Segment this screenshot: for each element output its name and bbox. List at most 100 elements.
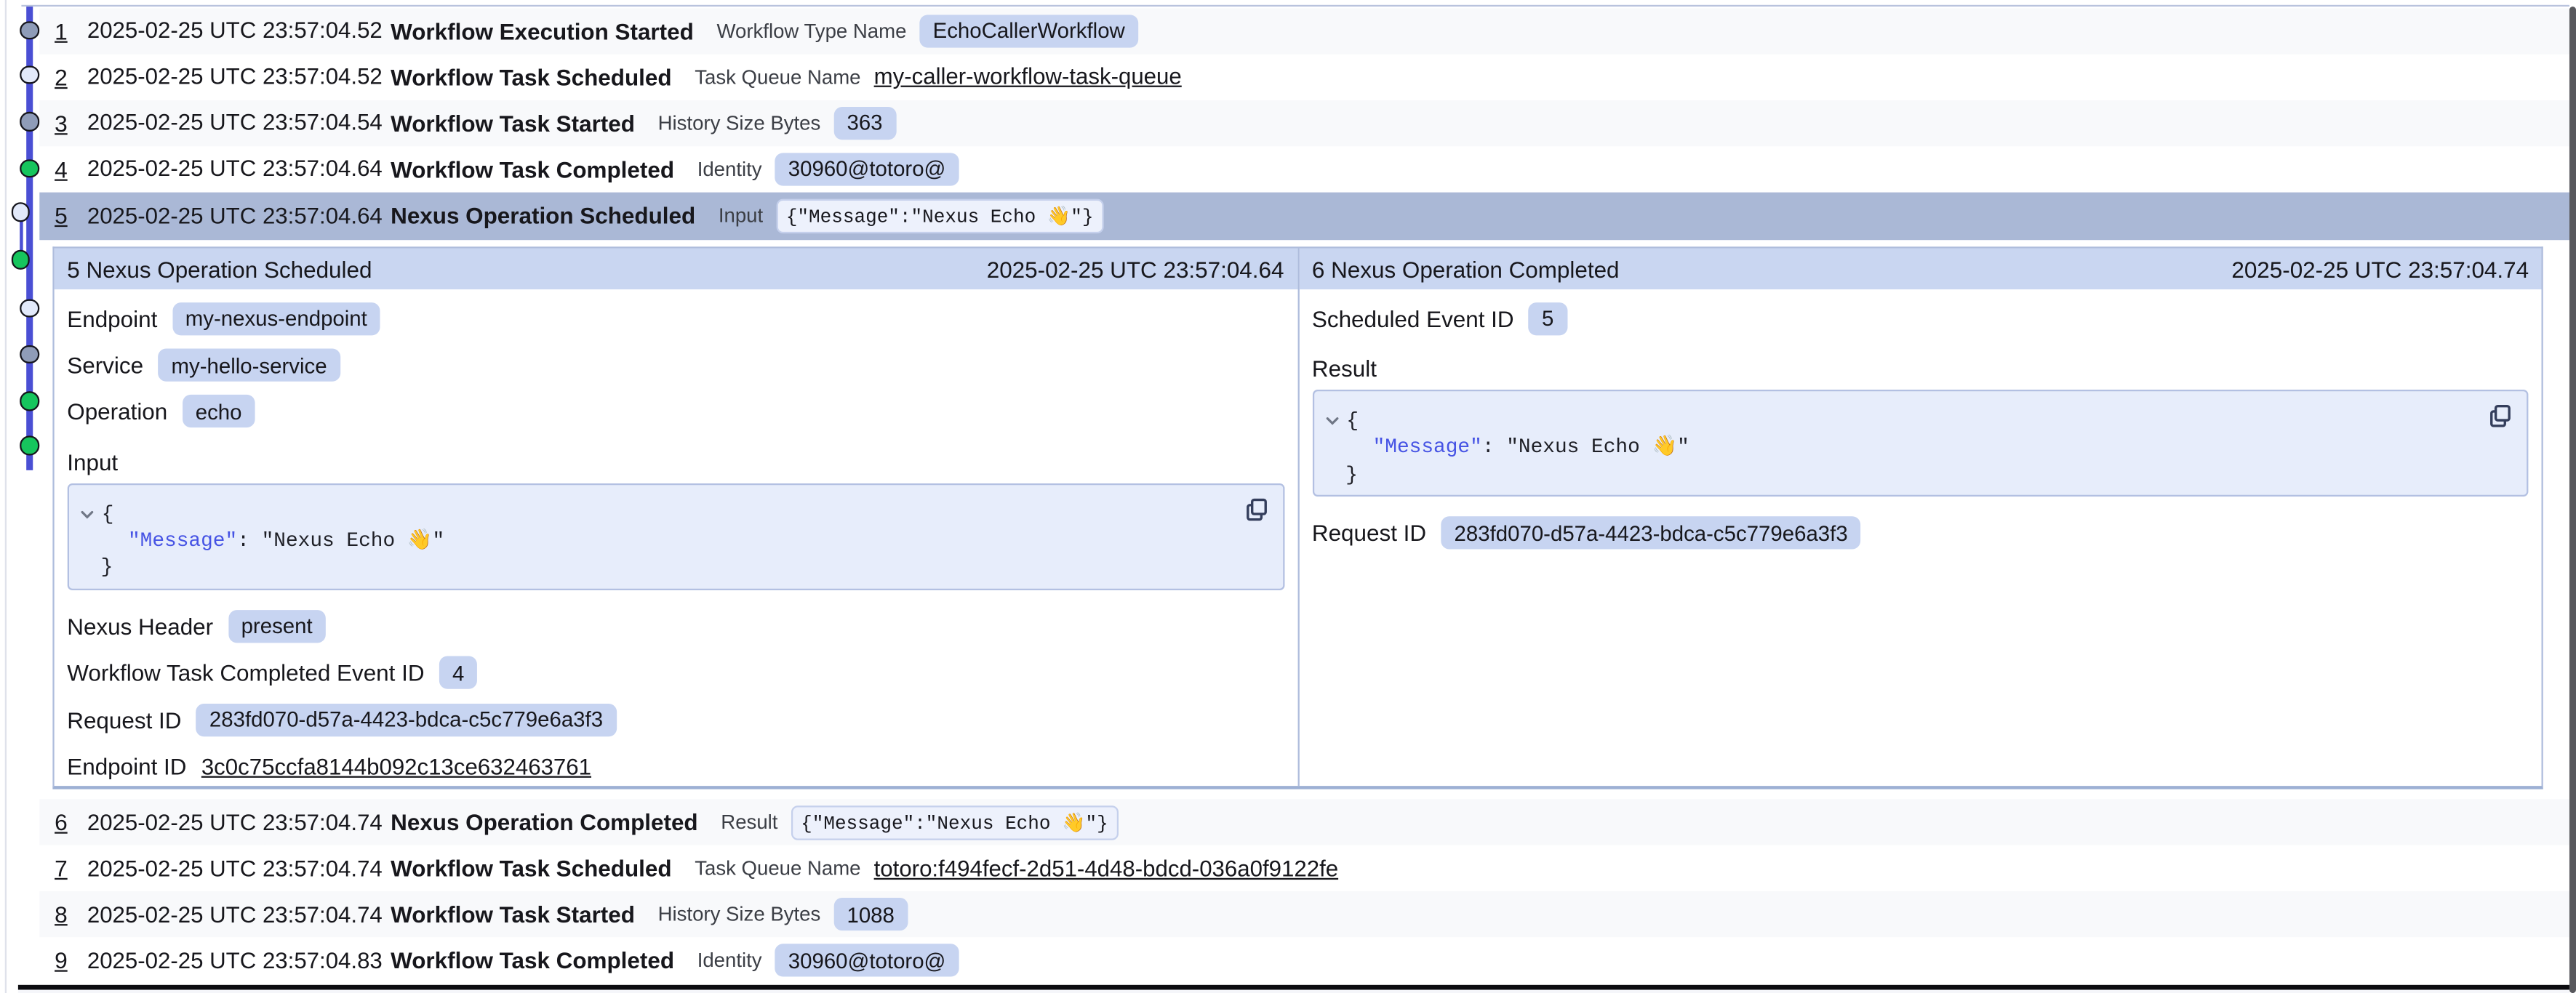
event-id-link[interactable]: 2 [55,63,68,89]
timeline-event-dot [20,345,39,364]
panel-body: Scheduled Event ID 5 Result {"Message": "N… [1299,290,2542,556]
panel-title: 6 Nexus Operation Completed [1312,257,1620,283]
event-timestamp: 2025-02-25 UTC 23:57:04.52 [87,64,391,89]
event-row[interactable]: 2 2025-02-25 UTC 23:57:04.52 Workflow Ta… [40,54,2569,100]
event-detail-label: Workflow Type Name [716,19,906,42]
event-row[interactable]: 8 2025-02-25 UTC 23:57:04.74 Workflow Ta… [40,892,2569,938]
event-id-cell: 8 [40,901,87,928]
event-row[interactable]: 5 2025-02-25 UTC 23:57:04.64 Nexus Opera… [40,192,2569,241]
field-label: Scheduled Event ID [1312,305,1514,331]
event-detail-label: History Size Bytes [658,111,821,134]
event-detail-label: Result [721,811,777,835]
detail-value-badge: present [228,610,325,643]
field-label: Request ID [1312,520,1426,546]
event-row[interactable]: 3 2025-02-25 UTC 23:57:04.54 Workflow Ta… [40,100,2569,145]
timeline-event-dot [20,112,39,131]
event-timestamp: 2025-02-25 UTC 23:57:04.74 [87,811,391,835]
detail-value-link[interactable]: my-caller-workflow-task-queue [874,64,1182,89]
timeline-event-dot [11,203,30,222]
event-id-cell: 2 [40,63,87,89]
event-id-link[interactable]: 5 [55,203,68,229]
event-name: Workflow Task Completed [391,948,674,974]
field-label: Nexus Header [67,613,213,639]
below-divider-strip [18,990,2569,993]
event-timestamp: 2025-02-25 UTC 23:57:04.54 [87,110,391,135]
timeline-event-dot [20,65,39,84]
event-detail-label: Input [719,204,763,228]
event-name: Workflow Task Completed [391,156,674,182]
event-id-cell: 4 [40,156,87,182]
field-label: Workflow Task Completed Event ID [67,660,424,686]
detail-value-badge: 30960@totoro@ [775,944,959,977]
event-row[interactable]: 1 2025-02-25 UTC 23:57:04.52 Workflow Ex… [40,7,2569,53]
event-detail-panel: 6 Nexus Operation Completed 2025-02-25 U… [1297,249,2543,785]
event-name: Workflow Task Started [391,901,635,928]
json-code-line: } [1313,462,2527,489]
event-detail-label: Task Queue Name [695,857,860,880]
event-row[interactable]: 6 2025-02-25 UTC 23:57:04.74 Nexus Opera… [40,800,2569,845]
detail-value-badge: 1088 [833,898,908,931]
timeline-event-dot [20,436,39,455]
event-timestamp: 2025-02-25 UTC 23:57:04.64 [87,156,391,181]
panel-header: 5 Nexus Operation Scheduled 2025-02-25 U… [54,249,1297,290]
event-id-link[interactable]: 4 [55,156,68,182]
event-timestamp: 2025-02-25 UTC 23:57:04.74 [87,902,391,927]
json-code-lines: {"Message": "Nexus Echo 👋"} [69,484,1283,582]
event-row[interactable]: 7 2025-02-25 UTC 23:57:04.74 Workflow Ta… [40,845,2569,891]
field-label: Result [1312,342,2529,387]
field-label: Operation [67,398,167,425]
detail-value-badge: my-nexus-endpoint [172,302,380,334]
event-timeline-graph [0,0,43,494]
event-detail-label: Task Queue Name [695,65,860,88]
event-name: Workflow Execution Started [391,17,694,44]
detail-field: Servicemy-hello-service [67,342,1284,388]
event-name: Workflow Task Started [391,109,635,135]
panel-body: Endpointmy-nexus-endpointServicemy-hello… [54,290,1297,785]
panel-timestamp: 2025-02-25 UTC 23:57:04.64 [987,257,1284,283]
detail-field: Endpointmy-nexus-endpoint [67,295,1284,342]
json-key: "Message" [1373,436,1482,459]
detail-field: Scheduled Event ID 5 [1312,295,2529,342]
event-id-cell: 1 [40,17,87,44]
panel-title: 5 Nexus Operation Scheduled [67,257,372,283]
table-top-border [22,5,2570,7]
event-id-link[interactable]: 7 [55,856,68,882]
event-id-link[interactable]: 6 [55,810,68,836]
event-timestamp: 2025-02-25 UTC 23:57:04.64 [87,204,391,228]
event-timestamp: 2025-02-25 UTC 23:57:04.74 [87,856,391,881]
copy-icon[interactable] [1243,496,1269,522]
event-id-cell: 5 [40,203,87,229]
event-id-link[interactable]: 8 [55,901,68,928]
event-id-link[interactable]: 1 [55,17,68,44]
detail-field: Operationecho [67,388,1284,435]
detail-value-code: {"Message":"Nexus Echo 👋"} [791,805,1119,840]
chevron-down-icon[interactable] [1324,413,1340,430]
event-id-link[interactable]: 3 [55,109,68,135]
field-label: Request ID [67,707,181,733]
json-code-block: {"Message": "Nexus Echo 👋"} [1312,390,2529,496]
json-key: "Message" [128,529,237,552]
timeline-event-dot [11,250,30,269]
detail-value-link[interactable]: totoro:f494fecf-2d51-4d48-bdcd-036a0f912… [874,856,1339,881]
detail-value-link[interactable]: 3c0c75ccfa8144b092c13ce632463761 [201,754,591,779]
detail-value-badge: 4 [439,656,478,689]
event-id-link[interactable]: 9 [55,948,68,974]
detail-value-badge: 283fd070-d57a-4423-bdca-c5c779e6a3f3 [1441,516,1860,549]
json-code-lines: {"Message": "Nexus Echo 👋"} [1313,391,2527,489]
event-detail-label: Identity [697,157,762,180]
event-detail-label: History Size Bytes [658,904,821,927]
scrollbar-thumb[interactable] [2569,7,2576,993]
event-name: Nexus Operation Completed [391,810,697,836]
event-name: Workflow Task Scheduled [391,856,671,882]
event-row[interactable]: 9 2025-02-25 UTC 23:57:04.83 Workflow Ta… [40,938,2569,984]
copy-icon[interactable] [2488,403,2514,429]
field-label: Service [67,352,143,378]
event-id-cell: 3 [40,109,87,135]
event-row[interactable]: 4 2025-02-25 UTC 23:57:04.64 Workflow Ta… [40,145,2569,191]
chevron-down-icon[interactable] [79,506,95,523]
detail-field: Nexus Header present [67,603,1284,649]
detail-value-badge: 5 [1529,302,1567,334]
panel-timestamp: 2025-02-25 UTC 23:57:04.74 [2231,257,2529,283]
json-code-line: { [1313,408,2527,435]
timeline-event-dot [20,299,39,318]
